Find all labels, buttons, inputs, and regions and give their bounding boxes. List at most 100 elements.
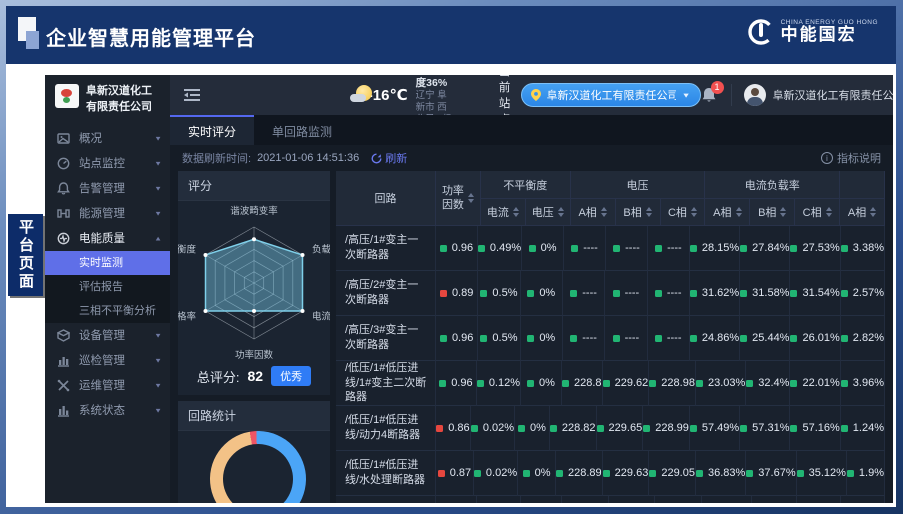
sidebar-item-6[interactable]: 巡检管理 ▼ <box>45 348 170 373</box>
sort-icon[interactable] <box>468 193 474 203</box>
sub-header-2-0: A相 <box>705 199 750 226</box>
status-dot-green <box>570 290 577 297</box>
cell-2-8: 26.01% <box>790 316 840 361</box>
sort-icon[interactable] <box>780 207 786 217</box>
status-dot-green <box>655 245 662 252</box>
status-dot-green <box>550 425 557 432</box>
status-dot-green <box>477 380 484 387</box>
table-row[interactable]: /高压/3#变主一次断路器0.960.5%0%------------24.86… <box>336 316 885 361</box>
tab-1[interactable]: 单回路监测 <box>254 115 350 145</box>
sidebar-item-4[interactable]: 电能质量 ▲ <box>45 226 170 251</box>
sidebar-collapse-icon[interactable] <box>184 88 200 102</box>
user-menu[interactable]: 阜新汉道化工有限责任公 <box>731 84 893 106</box>
status-dot-green <box>440 245 447 252</box>
chevron-up-icon: ▲ <box>154 235 162 242</box>
cell-4-7: 57.31% <box>740 406 790 451</box>
sort-icon[interactable] <box>513 207 519 217</box>
cell-2-2: 0% <box>521 316 563 361</box>
notification-bell[interactable]: 1 <box>701 87 717 104</box>
sidebar-item-2[interactable]: 告警管理 ▼ <box>45 176 170 201</box>
cell-6-0: 1 <box>436 496 477 503</box>
status-dot-green <box>480 335 487 342</box>
tab-0[interactable]: 实时评分 <box>170 115 254 145</box>
cell-5-1: 0.02% <box>474 451 518 496</box>
page-title: 企业智慧用能管理平台 <box>46 22 256 51</box>
indicator-help-link[interactable]: i 指标说明 <box>821 150 881 166</box>
cell-4-4: 229.65 <box>597 406 644 451</box>
cell-4-3: 228.82 <box>550 406 597 451</box>
weather-condition: 多云 湿度36% <box>416 75 453 90</box>
cell-0-2: 0% <box>522 226 564 271</box>
sort-icon[interactable] <box>601 207 607 217</box>
score-panel: 评分 谐波畸变率负载率电流合格率功率因数电压合格率不平衡度 总评分: 82 优秀 <box>178 171 330 395</box>
sort-icon[interactable] <box>646 207 652 217</box>
loop-stats-panel: 回路统计 <box>178 401 330 503</box>
notification-badge: 1 <box>711 81 724 94</box>
svg-text:不平衡度: 不平衡度 <box>178 244 196 256</box>
total-score-value: 82 <box>248 368 264 384</box>
status-dot-green <box>518 425 525 432</box>
circuit-name[interactable]: /低压/1#低压进线/动力4断路器 <box>336 406 436 451</box>
cell-1-6: 31.62% <box>690 271 740 316</box>
sort-icon[interactable] <box>736 207 742 217</box>
content-area: 评分 谐波畸变率负载率电流合格率功率因数电压合格率不平衡度 总评分: 82 优秀… <box>170 169 893 503</box>
table-row[interactable]: /低压/1#低压进线/动力4断路器0.860.02%0%228.82229.65… <box>336 406 885 451</box>
submenu-item-1[interactable]: 评估报告 <box>45 275 170 299</box>
chevron-down-icon: ▼ <box>154 407 162 414</box>
weather-icon <box>350 85 360 105</box>
submenu-item-0[interactable]: 实时监测 <box>45 251 170 275</box>
cell-3-3: 228.8 <box>562 361 603 406</box>
cell-2-3: ---- <box>563 316 605 361</box>
sort-icon[interactable] <box>558 207 564 217</box>
table-row[interactable]: /高压/1#变主一次断路器0.960.49%0%------------28.1… <box>336 226 885 271</box>
circuit-name[interactable]: /低压/1#低压进线/1#变主二次断路器 <box>336 361 436 406</box>
table-row[interactable]: /低压/1#低压进线/食堂断路器10.09%0%229.03229.81229.… <box>336 496 885 503</box>
sub-header-2-2: C相 <box>795 199 840 226</box>
refresh-button[interactable]: 刷新 <box>371 150 407 166</box>
circuit-name[interactable]: /高压/1#变主一次断路器 <box>336 226 436 271</box>
cell-6-3: 229.03 <box>562 496 609 503</box>
status-dot-green <box>696 470 703 477</box>
cell-5-2: 0% <box>518 451 556 496</box>
company-name: 阜新汉道化工有限责任公司 <box>86 84 162 116</box>
chevron-down-icon: ▼ <box>154 357 162 364</box>
chevron-down-icon: ▼ <box>154 185 162 192</box>
table-row[interactable]: /低压/1#低压进线/水处理断路器0.870.02%0%228.89229.63… <box>336 451 885 496</box>
status-dot-green <box>790 290 797 297</box>
cell-5-4: 229.63 <box>603 451 650 496</box>
status-dot-green <box>649 380 656 387</box>
cell-4-8: 57.16% <box>790 406 840 451</box>
company-logo <box>55 84 79 108</box>
sidebar-item-5[interactable]: 设备管理 ▼ <box>45 323 170 348</box>
brand-logo-icon <box>746 17 776 47</box>
sidebar-item-1[interactable]: 站点监控 ▼ <box>45 151 170 176</box>
cell-5-3: 228.89 <box>556 451 603 496</box>
sidebar-item-3[interactable]: 能源管理 ▼ <box>45 201 170 226</box>
cell-4-1: 0.02% <box>471 406 515 451</box>
status-dot-green <box>655 335 662 342</box>
sidebar-item-7[interactable]: 运维管理 ▼ <box>45 373 170 398</box>
circuit-name[interactable]: /高压/2#变主一次断路器 <box>336 271 436 316</box>
table-row[interactable]: /低压/1#低压进线/1#变主二次断路器0.960.12%0%228.8229.… <box>336 361 885 406</box>
sort-icon[interactable] <box>826 207 832 217</box>
cell-2-9: 2.82% <box>841 316 885 361</box>
submenu-item-2[interactable]: 三相不平衡分析 <box>45 299 170 323</box>
circuit-name[interactable]: /高压/3#变主一次断路器 <box>336 316 436 361</box>
cell-1-3: ---- <box>563 271 605 316</box>
status-dot-red <box>436 425 443 432</box>
cell-1-9: 2.57% <box>841 271 885 316</box>
circuit-name[interactable]: /低压/1#低压进线/水处理断路器 <box>336 451 436 496</box>
sidebar-item-0[interactable]: 概况 ▼ <box>45 126 170 151</box>
circuit-name[interactable]: /低压/1#低压进线/食堂断路器 <box>336 496 436 503</box>
cell-2-0: 0.96 <box>436 316 478 361</box>
sort-icon[interactable] <box>870 207 876 217</box>
status-dot-green <box>527 380 534 387</box>
sort-icon[interactable] <box>691 207 697 217</box>
status-dot-green <box>523 470 530 477</box>
table-row[interactable]: /高压/2#变主一次断路器0.890.5%0%------------31.62… <box>336 271 885 316</box>
sidebar-item-8[interactable]: 系统状态 ▼ <box>45 398 170 423</box>
sub-header-1-1: B相 <box>616 199 661 226</box>
station-select[interactable]: 阜新汉道化工有限责任公司 ▼ <box>521 83 701 107</box>
cell-1-8: 31.54% <box>790 271 840 316</box>
cell-5-9: 1.9% <box>847 451 885 496</box>
